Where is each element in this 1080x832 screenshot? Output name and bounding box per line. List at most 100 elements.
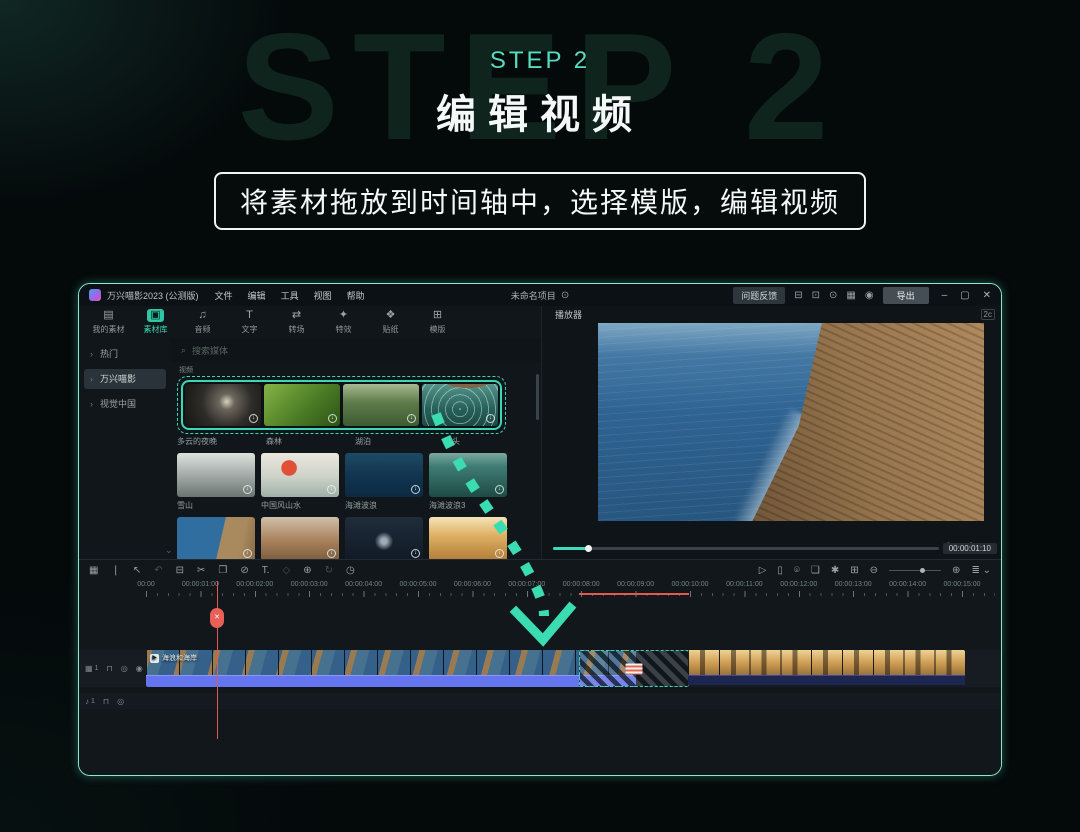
zoom-slider[interactable] <box>889 570 941 571</box>
track-options-icon[interactable]: ≣ ⌄ <box>971 565 991 576</box>
collapse-icon[interactable]: ⌄ <box>165 545 173 556</box>
sidebar-item-1[interactable]: ›万兴喵影 <box>84 369 166 389</box>
ruler-label: 00:00:13:00 <box>835 581 872 588</box>
thumbnail-6[interactable]: ↓ <box>345 453 423 497</box>
grid-cell: ↓海滩波浪3 <box>429 453 507 511</box>
maximize-button[interactable]: ▢ <box>960 290 969 301</box>
zoom-out-icon[interactable]: ⊖ <box>870 565 878 576</box>
tab-5[interactable]: ✦特效 <box>320 306 367 338</box>
thumbnail-8[interactable]: ↓ <box>177 517 255 559</box>
transition-clip[interactable] <box>579 650 689 687</box>
mute-icon[interactable]: ◎ <box>117 697 124 706</box>
layout-icon[interactable]: ⊟ <box>794 290 802 301</box>
divider[interactable]: ❘ <box>111 565 119 576</box>
preview-mode-icon[interactable]: 2c <box>981 309 995 320</box>
ruler-label: 00:00:10:00 <box>672 581 709 588</box>
tab-1[interactable]: ▣素材库 <box>132 306 179 338</box>
lock-icon[interactable]: ⊓ <box>103 697 109 706</box>
screen-record-icon[interactable]: ❏ <box>811 565 820 576</box>
search-input[interactable]: 搜索媒体 <box>192 344 228 357</box>
ruler-label: 00:00:02:00 <box>236 581 273 588</box>
thumbnail-0[interactable]: ↓ <box>185 384 261 426</box>
thumbnail-5[interactable]: ↓ <box>261 453 339 497</box>
zoom-in-icon[interactable]: ⊕ <box>952 565 960 576</box>
thumbnail-3[interactable]: ↓ <box>422 384 498 426</box>
subtitle-box: 将素材拖放到时间轴中，选择模版，编辑视频 <box>214 172 866 230</box>
grid-cell: ↓海滩波浪 <box>345 453 423 511</box>
mic-record-icon[interactable]: ⌾ <box>794 565 800 576</box>
speed-icon[interactable]: ⊘ <box>240 565 248 576</box>
export-button[interactable]: 导出 <box>883 287 929 304</box>
sidebar-item-2[interactable]: ›视觉中国 <box>84 394 166 414</box>
split-icon[interactable]: ✂ <box>197 565 205 576</box>
download-icon: ↓ <box>411 485 420 494</box>
track-manage-icon[interactable]: ▦ <box>89 565 98 576</box>
delete-icon[interactable]: ⊟ <box>176 565 184 576</box>
player-title: 播放器 <box>555 308 582 321</box>
video-track-header: ▦1 ⊓ ◎ ◉ <box>85 650 143 687</box>
thumbnail-11[interactable]: ↓ <box>429 517 507 559</box>
render-preview-icon[interactable]: ▷ <box>759 565 767 576</box>
tab-6[interactable]: ❖贴纸 <box>367 306 414 338</box>
timeline-clip-1[interactable]: ▶ 海浪和海岸 <box>146 650 636 687</box>
playhead-line[interactable] <box>217 581 218 739</box>
menu-file[interactable]: 文件 <box>215 289 233 302</box>
clip-1-filmstrip <box>146 650 636 675</box>
grid-row-3: ↓海浪和海岸↓海滩日落↓沙滩无人机↓日落湖 <box>177 517 541 559</box>
close-button[interactable]: ✕ <box>983 290 991 301</box>
menu-edit[interactable]: 编辑 <box>248 289 266 302</box>
eye-icon[interactable]: ◉ <box>136 664 143 673</box>
mixer-icon[interactable]: ✱ <box>831 565 839 576</box>
menu-help[interactable]: 帮助 <box>347 289 365 302</box>
minimize-button[interactable]: – <box>942 290 948 301</box>
save-icon[interactable]: ⊡ <box>812 290 820 301</box>
thumbnail-7[interactable]: ↓ <box>429 453 507 497</box>
thumbnail-2[interactable]: ↓ <box>343 384 419 426</box>
thumbnail-1[interactable]: ↓ <box>264 384 340 426</box>
menu-tools[interactable]: 工具 <box>281 289 299 302</box>
grid-icon[interactable]: ▦ <box>846 290 855 301</box>
seek-handle[interactable] <box>585 545 592 552</box>
keyframe-icon[interactable]: ◇ <box>283 565 291 576</box>
seek-bar[interactable] <box>553 547 939 550</box>
menu-view[interactable]: 视图 <box>314 289 332 302</box>
search-bar[interactable]: ⌕ 搜索媒体 <box>171 338 541 362</box>
zoom-slider-handle[interactable] <box>920 568 925 573</box>
phone-icon[interactable]: ▯ <box>777 565 783 576</box>
tab-2[interactable]: ♫音频 <box>179 306 226 338</box>
tab-4[interactable]: ⇄转场 <box>273 306 320 338</box>
marker-icon[interactable]: ⊞ <box>850 565 858 576</box>
lock-icon[interactable]: ⊓ <box>106 664 112 673</box>
sidebar-item-0[interactable]: ›热门 <box>84 344 166 364</box>
video-track-icon: ▦ <box>85 664 93 673</box>
grid-cell: ↓中国风山水 <box>261 453 339 511</box>
tab-icon: ⊞ <box>433 309 442 322</box>
feedback-button[interactable]: 问题反馈 <box>733 287 785 304</box>
clock-icon[interactable]: ◷ <box>346 565 355 576</box>
download-icon: ↓ <box>495 549 504 558</box>
render-icon[interactable]: ⊙ <box>829 290 837 301</box>
clip-play-icon: ▶ <box>150 654 159 663</box>
crop-icon[interactable]: ❐ <box>218 565 227 576</box>
video-preview[interactable] <box>598 323 984 521</box>
account-icon[interactable]: ◉ <box>865 290 874 301</box>
tab-7[interactable]: ⊞模版 <box>414 306 461 338</box>
undo-icon[interactable]: ↶ <box>154 565 162 576</box>
app-title: 万兴喵影2023 (公测版) <box>107 289 199 302</box>
audio-track-icon: ♪ <box>85 697 89 706</box>
thumbnail-9[interactable]: ↓ <box>261 517 339 559</box>
thumbnail-10[interactable]: ↓ <box>345 517 423 559</box>
chevron-right-icon: › <box>90 344 93 364</box>
mute-icon[interactable]: ◎ <box>121 664 128 673</box>
text-tool-icon[interactable]: T. <box>262 565 270 576</box>
grid-scrollbar[interactable] <box>536 374 539 420</box>
thumbnail-4[interactable]: ↓ <box>177 453 255 497</box>
seek-progress <box>553 547 589 550</box>
tab-0[interactable]: ▤我的素材 <box>85 306 132 338</box>
pointer-icon[interactable]: ↖ <box>133 565 141 576</box>
playhead-marker[interactable]: ✕ <box>210 608 224 628</box>
record-icon[interactable]: ⊕ <box>303 565 311 576</box>
tab-3[interactable]: T文字 <box>226 306 273 338</box>
timeline-clip-2[interactable] <box>688 650 965 687</box>
motion-track-icon[interactable]: ↻ <box>325 565 333 576</box>
